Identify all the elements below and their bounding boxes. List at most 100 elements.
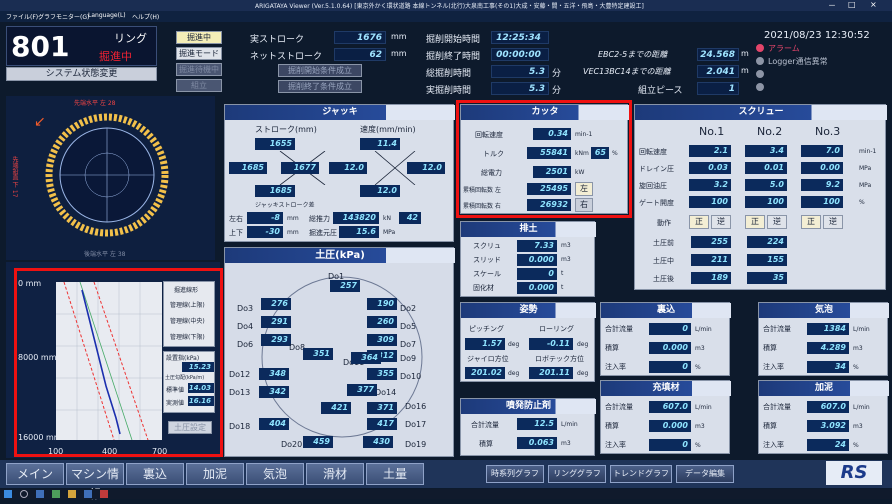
tab-mud[interactable]: 加泥 (186, 463, 244, 485)
screw-row-label-3: ゲート開度 (639, 199, 674, 207)
robotec-value: 201.11 (529, 367, 573, 379)
tab-timeseries-graph[interactable]: 時系列グラフ (486, 465, 544, 483)
soil-discharge-title: 排土 (461, 222, 596, 237)
soil-label-do12: Do12 (229, 370, 251, 379)
total-time-label: 総掘削時間 (426, 69, 472, 79)
ep-front-2: 224 (747, 236, 787, 248)
taskbar-app-icon-2[interactable] (52, 490, 60, 498)
filler-panel: 充填材 合計流量 607.0 L/min 積算 0.000 m3 注入率 0% (600, 380, 731, 454)
power-unit: kW (575, 169, 585, 176)
screw-col-3: No.3 (815, 125, 841, 138)
backfill-flow-unit: L/min (695, 326, 712, 333)
mining-mode-button[interactable]: 掘進モード (176, 47, 222, 60)
tab-data-edit[interactable]: データ編集 (676, 465, 734, 483)
close-button[interactable]: × (870, 0, 877, 9)
mining-button[interactable]: 掘進中 (176, 31, 222, 44)
status-indicator-icon (756, 70, 764, 78)
backfill-rate-unit: % (695, 364, 701, 371)
torque-percent: 65 (591, 147, 609, 159)
menu-file[interactable]: ファイル(F) (6, 12, 38, 21)
lr-value: -8 (247, 212, 283, 224)
robotec-unit: deg (577, 370, 589, 377)
screw3-forward-button[interactable]: 正 (801, 215, 821, 229)
solidifier-value: 0.000 (517, 282, 557, 294)
scale-label: スケール (473, 270, 501, 278)
legend-excavation: 掘進線形 (174, 287, 199, 294)
screw2-forward-button[interactable]: 正 (745, 215, 765, 229)
spray-panel: 噴発防止剤 合計流量 12.5 L/min 積算 0.063 m3 (460, 398, 596, 456)
dig-pressure-value: 15.6 (339, 226, 379, 238)
jack-panel: ジャッキ ストローク(mm) 速度(mm/min) 1655 11.4 1685… (224, 104, 455, 242)
screw-value-r2-c1: 5.0 (745, 179, 787, 191)
screw-value: 7.33 (517, 240, 557, 252)
earth-pressure-setting-button[interactable]: 土圧設定 (168, 421, 212, 434)
rear-horizontal-label: 後端水平 左 38 (84, 251, 126, 258)
attitude-panel: 姿勢 ピッチング ローリング 1.57 deg -0.11 deg ジャイロ方位… (460, 302, 596, 382)
x-tick-400: 400 (102, 447, 118, 456)
maximize-button[interactable]: □ (848, 0, 856, 9)
assembly-button[interactable]: 組立 (176, 79, 222, 92)
backfill-flow-value: 0 (649, 323, 691, 335)
scale-value: 0 (517, 268, 557, 280)
menu-graph-monitor[interactable]: グラフモニター(G) (38, 12, 89, 21)
screw2-reverse-button[interactable]: 逆 (767, 215, 787, 229)
tab-lubricant[interactable]: 滑材 (306, 463, 364, 485)
menu-language[interactable]: Language(L) (88, 12, 126, 19)
actual-time-value: 5.3 (491, 82, 549, 95)
screw-col-1: No.1 (699, 125, 725, 138)
filler-flow-label: 合計流量 (605, 403, 633, 411)
tab-ring-graph[interactable]: リンググラフ (548, 465, 606, 483)
tab-main[interactable]: メイン (6, 463, 64, 485)
soil-label-do6: Do6 (237, 340, 254, 349)
tab-machine-info[interactable]: マシン情報 (66, 463, 124, 501)
foam-flow-value: 1384 (807, 323, 849, 335)
spray-total-label: 積算 (479, 440, 493, 448)
mining-wait-button[interactable]: 掘進待機中 (176, 63, 222, 76)
windows-start-icon[interactable] (4, 490, 12, 498)
search-icon[interactable] (20, 490, 28, 498)
soil-value-do8: 351 (303, 348, 333, 360)
filler-flow-unit: L/min (695, 404, 712, 411)
rolling-value: -0.11 (529, 338, 573, 350)
soil-value-do19: 430 (363, 436, 393, 448)
segment-ring-icon (45, 113, 169, 237)
screw-value-r2-c2: 9.2 (801, 179, 843, 191)
cutter-panel: カッタ 回転速度 0.34 min-1 トルク 55841 kNm 65 % 総… (460, 104, 629, 214)
system-status-button[interactable]: システム状態変更 (6, 67, 157, 81)
screw1-reverse-button[interactable]: 逆 (711, 215, 731, 229)
filler-rate-unit: % (695, 442, 701, 449)
speed-bottom: 12.0 (360, 185, 400, 197)
tab-trend-graph[interactable]: トレンドグラフ (610, 465, 672, 483)
filler-rate-label: 注入率 (605, 441, 626, 449)
slide-value: 0.000 (517, 254, 557, 266)
screw-value-r3-c2: 100 (801, 196, 843, 208)
taskbar-app-icon-5[interactable] (100, 490, 108, 498)
title-bar: ARIGATAYA Viewer (Ver.5.1.0.64) [東京外かく環状… (0, 0, 892, 11)
minimize-button[interactable]: － (828, 0, 836, 11)
vec-distance-label: VEC13BC14までの距離 (583, 67, 671, 76)
screw1-forward-button[interactable]: 正 (689, 215, 709, 229)
speed-top: 11.4 (360, 138, 400, 150)
rolling-label: ローリング (539, 325, 574, 333)
taskbar-app-icon-4[interactable] (84, 490, 92, 498)
tab-backfill[interactable]: 裏込 (126, 463, 184, 485)
speed-left: 12.0 (329, 162, 367, 174)
soil-value-do6: 293 (261, 334, 291, 346)
screw-title: スクリュー (635, 105, 887, 120)
soil-label-do2: Do2 (400, 304, 417, 313)
ep-back-1: 189 (691, 272, 731, 284)
solidifier-label: 固化材 (473, 284, 494, 292)
screw-row-label-0: 回転速度 (639, 148, 667, 156)
screw-row-unit-1: MPa (859, 165, 872, 172)
screw3-reverse-button[interactable]: 逆 (823, 215, 843, 229)
tab-foam[interactable]: 気泡 (246, 463, 304, 485)
taskbar-app-icon-3[interactable] (68, 490, 76, 498)
mud-total-label: 積算 (763, 422, 777, 430)
tab-soil-volume[interactable]: 土量 (366, 463, 424, 485)
backfill-panel: 裏込 合計流量 0 L/min 積算 0.000 m3 注入率 0% (600, 302, 731, 376)
foam-total-label: 積算 (763, 344, 777, 352)
menu-help[interactable]: ヘルプ(H) (132, 12, 159, 21)
soil-value-do15: 421 (321, 402, 351, 414)
taskbar-app-icon[interactable] (36, 490, 44, 498)
mud-rate-value: 24 (807, 439, 849, 451)
